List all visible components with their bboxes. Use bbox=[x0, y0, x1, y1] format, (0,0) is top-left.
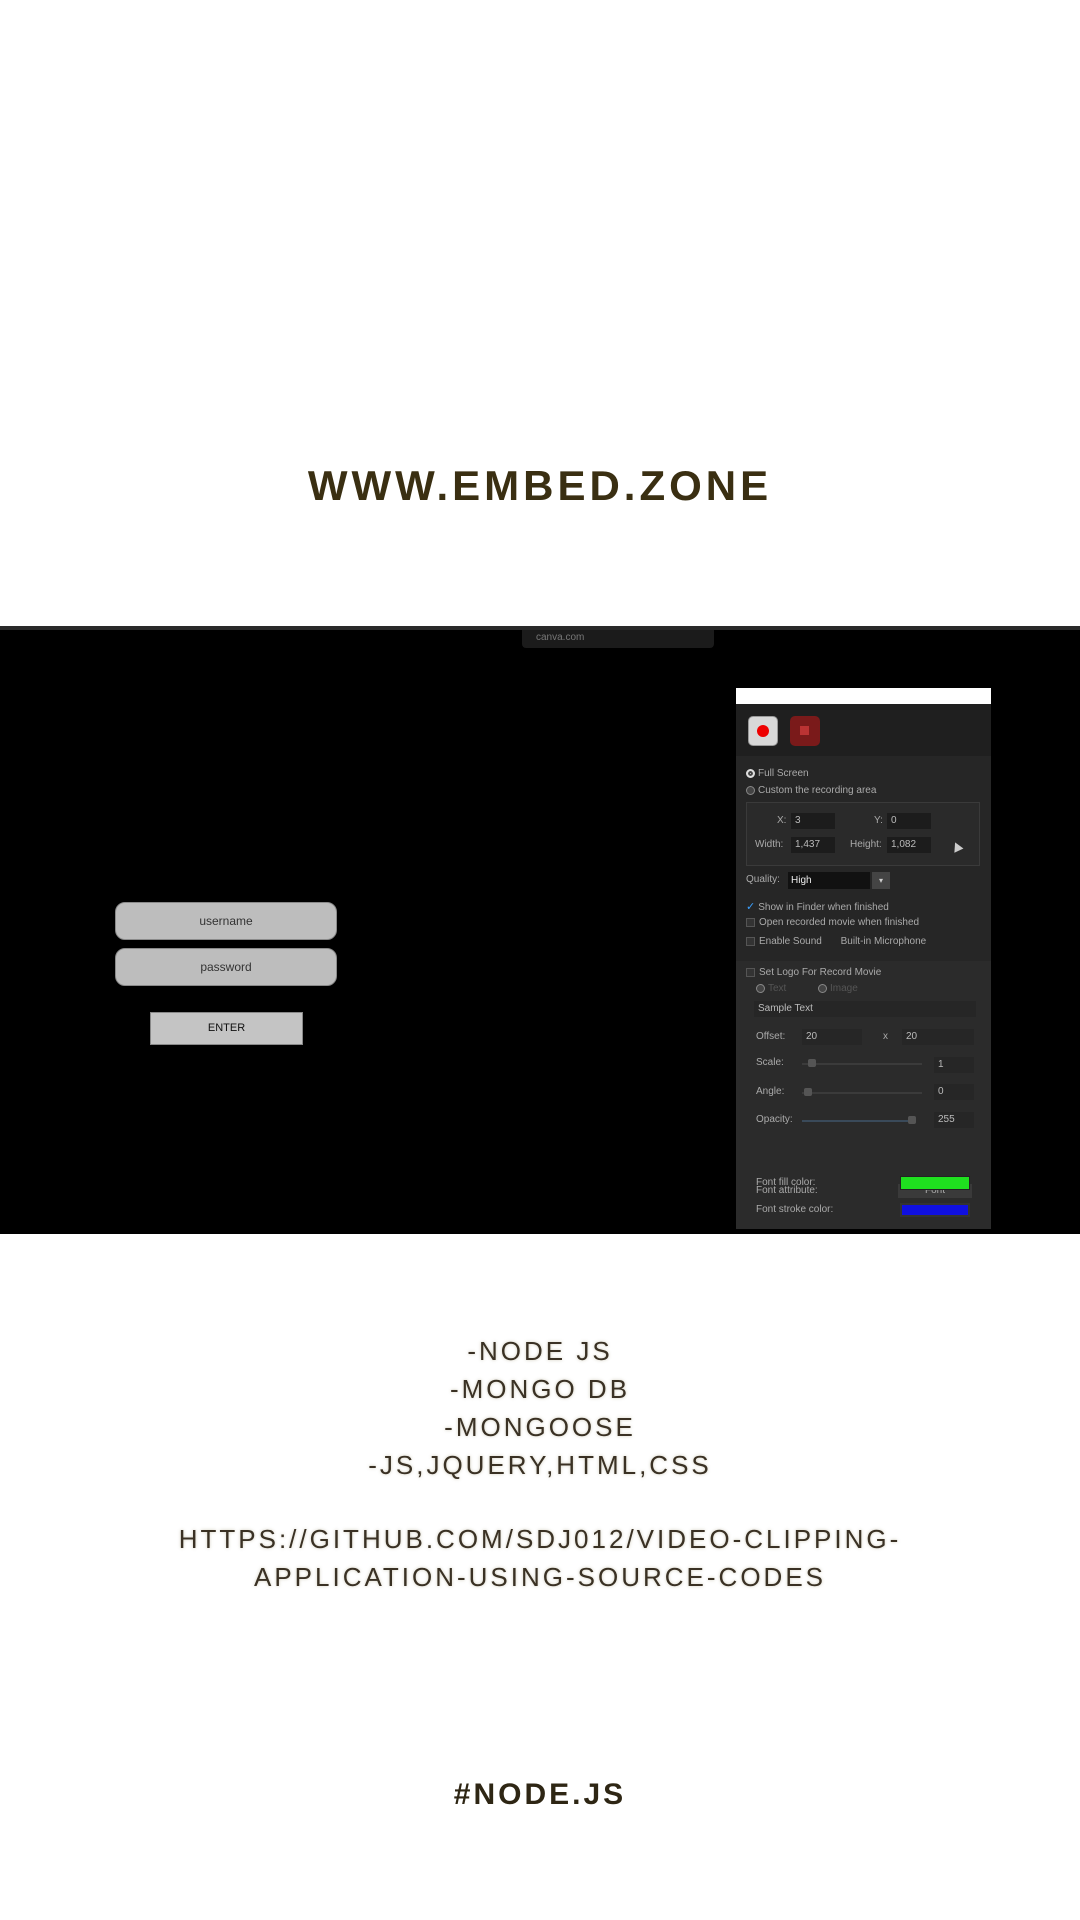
tech-item: -MONGO DB bbox=[449, 1374, 631, 1404]
hashtag: #NODE.JS bbox=[453, 1778, 627, 1811]
enable-sound-option[interactable]: Enable Sound Built-in Microphone bbox=[746, 936, 926, 947]
opacity-field[interactable]: 255 bbox=[934, 1112, 974, 1128]
custom-area-option[interactable]: Custom the recording area bbox=[746, 785, 876, 796]
radio-icon bbox=[756, 983, 765, 993]
x-field[interactable]: 3 bbox=[791, 813, 835, 829]
height-field[interactable]: 1,082 bbox=[887, 837, 931, 853]
logo-text-label: Text bbox=[768, 983, 787, 994]
tech-item: -MONGOOSE bbox=[444, 1412, 636, 1442]
checkbox-icon bbox=[746, 967, 755, 977]
chevron-down-icon[interactable]: ▾ bbox=[872, 872, 890, 889]
opacity-label: Opacity: bbox=[756, 1114, 793, 1125]
x-label: X: bbox=[777, 815, 787, 826]
repo-link-line-2: APPLICATION-USING-SOURCE-CODES bbox=[253, 1562, 826, 1592]
repo-link-line-1: HTTPS://GITHUB.COM/SDJ012/VIDEO-CLIPPING… bbox=[178, 1524, 902, 1554]
recorder-panel: Full Screen Custom the recording area X:… bbox=[736, 688, 991, 1229]
angle-field[interactable]: 0 bbox=[934, 1084, 974, 1100]
checkbox-icon bbox=[746, 917, 755, 927]
page-title: WWW.EMBED.ZONE bbox=[307, 462, 773, 509]
angle-slider-knob[interactable] bbox=[804, 1088, 812, 1096]
sound-source-select[interactable]: Built-in Microphone bbox=[841, 936, 927, 947]
tech-item: -NODE JS bbox=[467, 1336, 613, 1366]
checkmark-icon: ✓ bbox=[746, 901, 756, 913]
coordinates-group: X: 3 Y: 0 Width: 1,437 Height: 1,082 bbox=[746, 802, 980, 866]
scale-slider[interactable] bbox=[802, 1063, 922, 1065]
logo-image-option[interactable]: Image bbox=[818, 983, 858, 994]
angle-slider[interactable] bbox=[802, 1092, 922, 1094]
scale-field[interactable]: 1 bbox=[934, 1057, 974, 1073]
sample-text-field[interactable]: Sample Text bbox=[754, 1001, 976, 1017]
y-field[interactable]: 0 bbox=[887, 813, 931, 829]
y-label: Y: bbox=[874, 815, 883, 826]
width-label: Width: bbox=[755, 839, 784, 850]
record-icon bbox=[757, 725, 769, 737]
font-stroke-color-swatch[interactable] bbox=[900, 1203, 970, 1217]
width-field[interactable]: 1,437 bbox=[791, 837, 835, 853]
offset-separator: x bbox=[883, 1031, 888, 1042]
scale-label: Scale: bbox=[756, 1057, 784, 1068]
open-movie-option[interactable]: Open recorded movie when finished bbox=[746, 917, 919, 928]
offset-x-field[interactable]: 20 bbox=[802, 1029, 862, 1045]
radio-selected-icon bbox=[746, 768, 755, 778]
show-in-finder-label: Show in Finder when finished bbox=[758, 902, 889, 913]
height-label: Height: bbox=[850, 839, 882, 850]
full-screen-label: Full Screen bbox=[758, 768, 809, 779]
full-screen-option[interactable]: Full Screen bbox=[746, 768, 809, 779]
radio-icon bbox=[818, 983, 827, 993]
set-logo-option[interactable]: Set Logo For Record Movie bbox=[746, 967, 881, 978]
offset-y-field[interactable]: 20 bbox=[902, 1029, 974, 1045]
logo-text-option[interactable]: Text bbox=[756, 983, 786, 994]
show-in-finder-option[interactable]: ✓ Show in Finder when finished bbox=[746, 900, 889, 913]
radio-icon bbox=[746, 785, 755, 795]
recorder-toolbar bbox=[736, 704, 991, 756]
logo-image-label: Image bbox=[830, 983, 858, 994]
open-movie-label: Open recorded movie when finished bbox=[759, 917, 920, 928]
angle-label: Angle: bbox=[756, 1086, 785, 1097]
custom-area-label: Custom the recording area bbox=[758, 785, 877, 796]
panel-title-bar bbox=[736, 688, 991, 704]
stop-button[interactable] bbox=[790, 716, 820, 746]
opacity-slider-knob[interactable] bbox=[908, 1116, 916, 1124]
font-fill-color-swatch[interactable] bbox=[900, 1176, 970, 1190]
quality-select[interactable]: High bbox=[788, 872, 870, 889]
record-button[interactable] bbox=[748, 716, 778, 746]
opacity-slider[interactable] bbox=[802, 1120, 914, 1122]
username-input[interactable]: username bbox=[115, 902, 337, 940]
browser-url-bar[interactable]: canva.com bbox=[522, 630, 714, 648]
offset-label: Offset: bbox=[756, 1031, 786, 1042]
set-logo-label: Set Logo For Record Movie bbox=[759, 967, 882, 978]
enable-sound-label: Enable Sound bbox=[759, 936, 822, 947]
font-stroke-label: Font stroke color: bbox=[756, 1204, 834, 1215]
tech-item: -JS,JQUERY,HTML,CSS bbox=[368, 1450, 712, 1480]
password-input[interactable]: password bbox=[115, 948, 337, 986]
app-screenshot: canva.com username password ENTER Full S… bbox=[0, 626, 1080, 1234]
quality-label: Quality: bbox=[746, 874, 780, 885]
font-fill-label: Font fill color: bbox=[756, 1177, 816, 1188]
checkbox-icon bbox=[746, 936, 755, 946]
enter-button[interactable]: ENTER bbox=[150, 1012, 303, 1045]
stop-icon bbox=[800, 726, 809, 735]
scale-slider-knob[interactable] bbox=[808, 1059, 816, 1067]
